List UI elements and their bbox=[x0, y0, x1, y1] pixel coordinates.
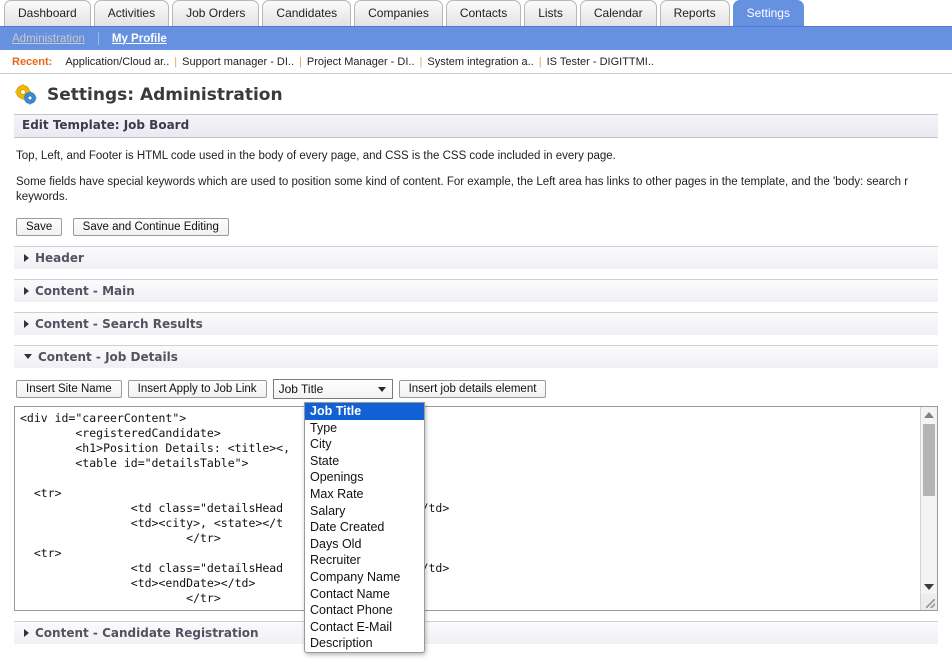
dropdown-option-max-rate[interactable]: Max Rate bbox=[305, 486, 424, 503]
tab-companies[interactable]: Companies bbox=[354, 0, 443, 26]
tab-contacts[interactable]: Contacts bbox=[446, 0, 521, 26]
job-details-code-text[interactable]: <div id="careerContent"> <registeredCand… bbox=[15, 407, 937, 610]
description-paragraph-1: Top, Left, and Footer is HTML code used … bbox=[16, 149, 938, 164]
description-paragraph-2-tail: keywords. bbox=[16, 191, 68, 203]
save-button[interactable]: Save bbox=[16, 218, 62, 236]
chevron-down-icon bbox=[24, 354, 32, 359]
section-label-content-candidate-registration: Content - Candidate Registration bbox=[35, 626, 259, 640]
dropdown-option-contact-email[interactable]: Contact E-Mail bbox=[305, 619, 424, 636]
recent-item-0[interactable]: Application/Cloud ar.. bbox=[65, 56, 169, 68]
recent-separator: | bbox=[299, 56, 302, 68]
chevron-down-icon bbox=[378, 387, 386, 392]
job-details-editor-toolbar: Insert Site Name Insert Apply to Job Lin… bbox=[16, 379, 938, 399]
chevron-right-icon bbox=[24, 254, 29, 262]
subnav-item-administration[interactable]: Administration bbox=[12, 33, 85, 45]
tab-calendar[interactable]: Calendar bbox=[580, 0, 657, 26]
job-details-element-dropdown-list[interactable]: Job Title Type City State Openings Max R… bbox=[304, 402, 425, 653]
section-header-content-job-details[interactable]: Content - Job Details bbox=[14, 345, 938, 368]
resize-grip-icon[interactable] bbox=[921, 594, 937, 610]
recent-separator: | bbox=[539, 56, 542, 68]
recent-item-2[interactable]: Project Manager - DI.. bbox=[307, 56, 415, 68]
chevron-right-icon bbox=[24, 320, 29, 328]
section-header-content-main[interactable]: Content - Main bbox=[14, 279, 938, 302]
dropdown-option-date-created[interactable]: Date Created bbox=[305, 519, 424, 536]
job-details-element-select[interactable]: Job Title bbox=[273, 379, 393, 399]
recent-item-3[interactable]: System integration a.. bbox=[427, 56, 533, 68]
description-paragraph-2-text: Some fields have special keywords which … bbox=[16, 176, 908, 188]
recent-label: Recent: bbox=[12, 56, 52, 68]
section-label-header: Header bbox=[35, 251, 84, 265]
tab-activities[interactable]: Activities bbox=[94, 0, 169, 26]
tab-settings[interactable]: Settings bbox=[733, 0, 804, 26]
scroll-up-arrow-icon[interactable] bbox=[921, 407, 937, 422]
section-header-content-candidate-registration[interactable]: Content - Candidate Registration bbox=[14, 621, 938, 644]
tab-dashboard[interactable]: Dashboard bbox=[4, 0, 91, 26]
subnav-item-my-profile[interactable]: My Profile bbox=[112, 33, 167, 45]
save-and-continue-editing-button[interactable]: Save and Continue Editing bbox=[73, 218, 229, 236]
dropdown-option-city[interactable]: City bbox=[305, 436, 424, 453]
job-details-code-editor[interactable]: <div id="careerContent"> <registeredCand… bbox=[14, 406, 938, 611]
tab-candidates[interactable]: Candidates bbox=[262, 0, 351, 26]
edit-template-band: Edit Template: Job Board bbox=[14, 114, 938, 138]
description-paragraph-2: Some fields have special keywords which … bbox=[16, 175, 938, 205]
main-tab-bar: DashboardActivitiesJob OrdersCandidatesC… bbox=[0, 0, 952, 26]
dropdown-option-company-name[interactable]: Company Name bbox=[305, 569, 424, 586]
dropdown-option-contact-phone[interactable]: Contact Phone bbox=[305, 602, 424, 619]
insert-job-details-element-button[interactable]: Insert job details element bbox=[399, 380, 547, 398]
recent-separator: | bbox=[174, 56, 177, 68]
section-label-content-job-details: Content - Job Details bbox=[38, 350, 178, 364]
scrollbar-thumb[interactable] bbox=[923, 424, 935, 496]
editor-vertical-scrollbar[interactable] bbox=[920, 407, 937, 610]
main-content: Edit Template: Job Board Top, Left, and … bbox=[0, 114, 952, 644]
sub-navigation-bar: Administration My Profile bbox=[0, 26, 952, 50]
chevron-right-icon bbox=[24, 629, 29, 637]
insert-apply-to-job-link-button[interactable]: Insert Apply to Job Link bbox=[128, 380, 267, 398]
section-label-content-main: Content - Main bbox=[35, 284, 135, 298]
dropdown-option-state[interactable]: State bbox=[305, 453, 424, 470]
job-details-element-select-value: Job Title bbox=[279, 382, 324, 396]
gears-icon bbox=[14, 84, 38, 106]
subnav-divider bbox=[98, 32, 99, 45]
dropdown-option-contact-name[interactable]: Contact Name bbox=[305, 586, 424, 603]
scroll-down-arrow-icon[interactable] bbox=[921, 579, 937, 594]
dropdown-option-type[interactable]: Type bbox=[305, 420, 424, 437]
recent-items-bar: Recent: Application/Cloud ar.. | Support… bbox=[0, 50, 952, 74]
app-window: DashboardActivitiesJob OrdersCandidatesC… bbox=[0, 0, 952, 670]
dropdown-option-salary[interactable]: Salary bbox=[305, 503, 424, 520]
section-label-content-search-results: Content - Search Results bbox=[35, 317, 203, 331]
dropdown-option-job-title[interactable]: Job Title bbox=[305, 403, 424, 420]
tab-reports[interactable]: Reports bbox=[660, 0, 730, 26]
page-title: Settings: Administration bbox=[47, 85, 283, 105]
recent-item-4[interactable]: IS Tester - DIGITTMI.. bbox=[547, 56, 654, 68]
chevron-right-icon bbox=[24, 287, 29, 295]
dropdown-option-description[interactable]: Description bbox=[305, 635, 424, 652]
section-header-header[interactable]: Header bbox=[14, 246, 938, 269]
dropdown-option-openings[interactable]: Openings bbox=[305, 469, 424, 486]
tab-job-orders[interactable]: Job Orders bbox=[172, 0, 259, 26]
tab-lists[interactable]: Lists bbox=[524, 0, 577, 26]
form-action-buttons: Save Save and Continue Editing bbox=[16, 218, 938, 236]
section-header-content-search-results[interactable]: Content - Search Results bbox=[14, 312, 938, 335]
recent-item-1[interactable]: Support manager - DI.. bbox=[182, 56, 294, 68]
recent-separator: | bbox=[420, 56, 423, 68]
dropdown-option-recruiter[interactable]: Recruiter bbox=[305, 552, 424, 569]
dropdown-option-days-old[interactable]: Days Old bbox=[305, 536, 424, 553]
page-header: Settings: Administration bbox=[0, 74, 952, 114]
insert-site-name-button[interactable]: Insert Site Name bbox=[16, 380, 122, 398]
